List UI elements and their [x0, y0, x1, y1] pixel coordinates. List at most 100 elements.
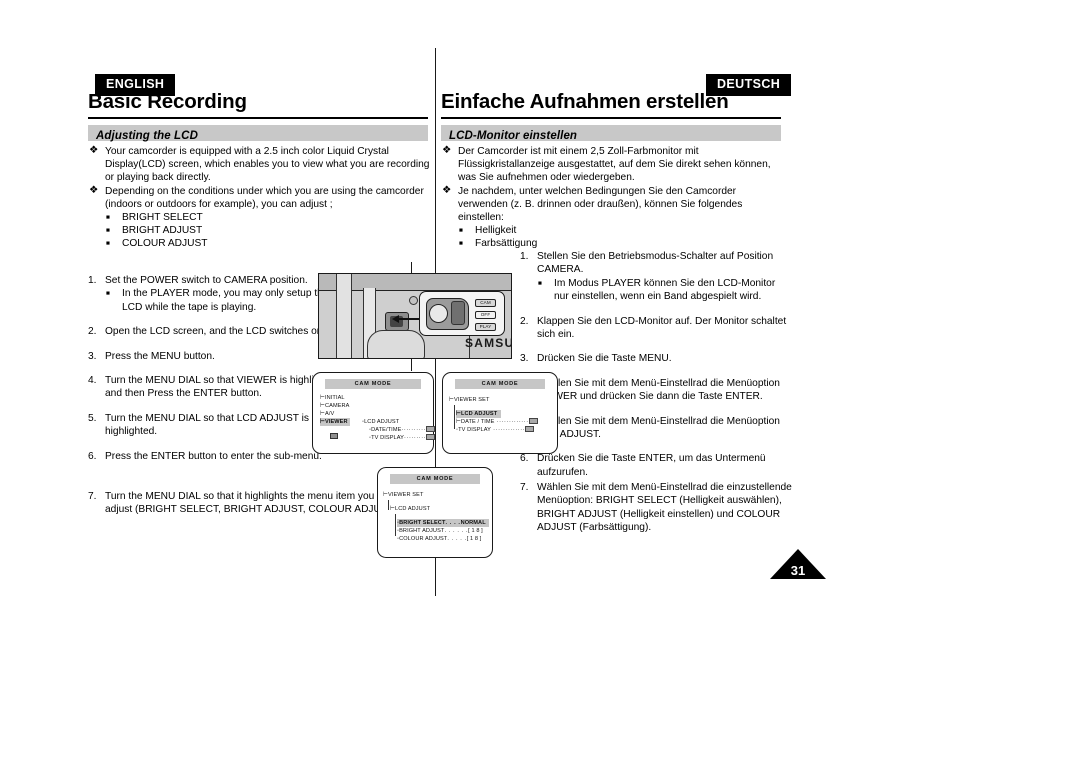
section-bar-english: Adjusting the LCD	[88, 125, 428, 142]
osd-submenu-date-time: ◦DATE/TIME··········	[369, 425, 436, 434]
step-item: 5. Turn the MENU DIAL so that LCD ADJUST…	[88, 412, 348, 439]
camcorder-hand-strap	[367, 330, 425, 358]
adjust-item-label: Farbsättigung	[475, 238, 538, 250]
intro-text: Depending on the conditions under which …	[105, 185, 424, 210]
camcorder-screw-hole-icon	[409, 296, 418, 305]
chapter-title-english: Basic Recording	[88, 90, 247, 113]
square-bullet-icon: ■	[459, 227, 463, 235]
leader-dots: . . . . . .	[444, 528, 469, 534]
page-number: 31	[790, 563, 806, 578]
osd-lcd-adjust: CAM MODE ⊢VIEWER SET ⊢LCD ADJUST ◦BRIGHT…	[377, 467, 493, 558]
osd-title: CAM MODE	[325, 379, 421, 389]
step-text: Press the MENU button.	[105, 350, 215, 362]
osd-submenu-label: DATE/TIME	[371, 427, 402, 433]
step-number: 7.	[88, 491, 97, 502]
step-number: 3.	[520, 353, 529, 365]
adjust-item: ■ BRIGHT SELECT	[88, 211, 433, 224]
step-subnote: ■ In the PLAYER mode, you may only setup…	[105, 287, 348, 314]
osd-value-chip	[426, 433, 436, 440]
step-text: Turn the MENU DIAL so that LCD ADJUST is…	[105, 412, 310, 438]
steps-list-deutsch: 1. Stellen Sie den Betriebsmodus-Schalte…	[520, 250, 788, 490]
tree-line-vertical	[388, 500, 389, 510]
brand-logo: SAMSUNG	[465, 336, 511, 350]
step-item: 3. Press the MENU button.	[88, 350, 348, 363]
step-item: 2. Klappen Sie den LCD-Monitor auf. Der …	[520, 315, 788, 342]
camcorder-illustration: SAMSUNG CAM OFF PLAY	[318, 273, 512, 359]
osd-header-label: VIEWER SET	[453, 397, 490, 403]
step-item: 6. Press the ENTER button to enter the s…	[88, 450, 348, 463]
osd-menu-item-av: ⊢A/V	[320, 410, 334, 418]
leader-dots: ·············	[494, 419, 529, 425]
osd-title: CAM MODE	[455, 379, 545, 389]
power-switch-callout: CAM OFF PLAY	[419, 291, 505, 336]
step-number: 4.	[88, 375, 97, 387]
adjust-item: ■ Farbsättigung	[441, 237, 786, 250]
step-item-7-deutsch: 7. Wählen Sie mit dem Menü-Einstellrad d…	[520, 481, 800, 535]
title-rule-english	[88, 117, 428, 119]
title-rule-deutsch	[441, 117, 781, 119]
osd-item-label: BRIGHT ADJUST	[399, 528, 445, 534]
osd-header-label: VIEWER SET	[387, 492, 424, 498]
osd-item-bright-select: ◦BRIGHT SELECT. . . .NORMAL	[397, 519, 489, 527]
adjust-item-label: Helligkeit	[475, 225, 517, 237]
osd-menu-item-camera: ⊢CAMERA	[320, 402, 350, 410]
tree-line-vertical	[454, 405, 455, 429]
step-item: 3. Drücken Sie die Taste MENU.	[520, 352, 788, 365]
callout-lens-icon	[429, 304, 448, 323]
leader-dots: ·············	[491, 427, 526, 433]
square-bullet-icon: ■	[538, 279, 542, 287]
switch-position-camera: CAM	[475, 299, 496, 307]
diamond-bullet-icon: ❖	[89, 144, 99, 156]
step-text: Wählen Sie mit dem Menü-Einstellrad die …	[537, 377, 780, 403]
osd-submenu-tv-display: ◦TV DISPLAY·········	[369, 433, 436, 442]
adjust-item-label: COLOUR ADJUST	[122, 238, 208, 250]
switch-position-player: PLAY	[475, 323, 496, 331]
osd-submenu-label: LCD ADJUST	[364, 419, 400, 425]
step-item: 1. Stellen Sie den Betriebsmodus-Schalte…	[520, 250, 788, 304]
step-text: Set the POWER switch to CAMERA position.	[105, 275, 308, 286]
step-text: Drücken Sie die Taste ENTER, um das Unte…	[537, 453, 766, 478]
leader-line-bottom	[411, 359, 412, 371]
osd-item-label: TV DISPLAY	[458, 427, 492, 433]
intro-bullet: ❖ Depending on the conditions under whic…	[88, 184, 433, 211]
osd-menu-item-label: CAMERA	[324, 403, 350, 409]
chapter-title-deutsch: Einfache Aufnahmen erstellen	[441, 90, 729, 113]
step-number: 1.	[520, 251, 529, 262]
osd-item-value: [ 1 8 ]	[466, 536, 482, 542]
adjust-item: ■ Helligkeit	[441, 224, 786, 237]
steps-list-english: 1. Set the POWER switch to CAMERA positi…	[88, 274, 348, 474]
switch-position-off: OFF	[475, 311, 496, 319]
step-number: 7.	[520, 482, 529, 493]
adjust-item: ■ BRIGHT ADJUST	[88, 224, 433, 237]
osd-submenu-label: TV DISPLAY	[371, 435, 405, 441]
square-bullet-icon: ■	[106, 214, 110, 222]
osd-menu-item-label: A/V	[324, 411, 335, 417]
step-item: 5. Wählen Sie mit dem Menü-Einstellrad d…	[520, 415, 788, 442]
osd-header-viewer-set: ⊢VIEWER SET	[449, 396, 489, 404]
adjust-item: ■ COLOUR ADJUST	[88, 237, 433, 250]
osd-item-value: NORMAL	[460, 520, 486, 526]
osd-item-bright-adjust: ◦BRIGHT ADJUST. . . . . .[ 1 8 ]	[397, 527, 483, 535]
step-text: Open the LCD screen, and the LCD switche…	[105, 326, 326, 338]
step-number: 2.	[88, 326, 97, 338]
step-number: 6.	[88, 450, 97, 462]
leader-dots: . . . .	[445, 520, 461, 526]
leader-dots: ·········	[404, 435, 427, 441]
leader-dots: ··········	[401, 427, 427, 433]
osd-item-label: COLOUR ADJUST	[399, 536, 448, 542]
step-number: 2.	[520, 315, 529, 327]
intro-list-english: ❖ Your camcorder is equipped with a 2.5 …	[88, 144, 433, 251]
square-bullet-icon: ■	[106, 290, 110, 298]
step-subnote-text: In the PLAYER mode, you may only setup t…	[122, 288, 329, 313]
step-number: 5.	[88, 412, 97, 424]
osd-item-label: DATE / TIME	[460, 419, 495, 425]
step-item: 2. Open the LCD screen, and the LCD swit…	[88, 325, 348, 338]
osd-item-label: LCD ADJUST	[460, 411, 498, 417]
osd-item-lcd-adjust: ⊢LCD ADJUST	[456, 410, 502, 418]
osd-menu-item-label: INITIAL	[324, 395, 345, 401]
osd-title: CAM MODE	[390, 474, 480, 484]
square-bullet-icon: ■	[106, 227, 110, 235]
osd-item-tv-display: ◦TV DISPLAY ·············	[456, 425, 535, 434]
diamond-bullet-icon: ❖	[442, 144, 452, 156]
section-bar-deutsch: LCD-Monitor einstellen	[441, 125, 781, 142]
